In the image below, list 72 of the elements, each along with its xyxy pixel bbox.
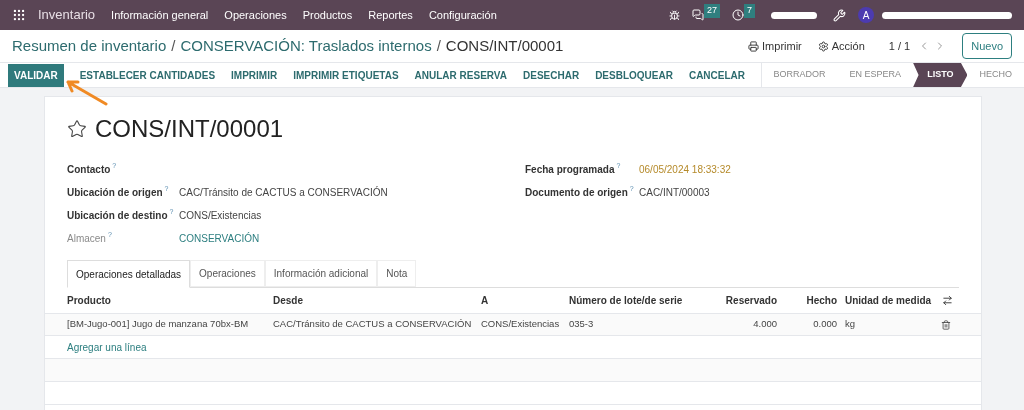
field-label: Contacto	[67, 162, 111, 177]
action-button[interactable]: ESTABLECER CANTIDADES	[73, 63, 222, 87]
field-value: CONS/Existencias	[179, 208, 262, 223]
bug-icon[interactable]	[668, 9, 680, 21]
table-cell-text: kg	[844, 317, 857, 332]
pager: 1 / 1	[888, 38, 911, 54]
column-options-icon[interactable]	[942, 295, 953, 306]
tab[interactable]: Nota	[377, 260, 417, 287]
field-label: Documento de origen	[525, 185, 628, 200]
breadcrumb-current: CONS/INT/00001	[445, 35, 564, 56]
column-header[interactable]: Reservado	[689, 293, 777, 308]
add-line-link[interactable]: Agregar una línea	[67, 339, 147, 355]
status-stage[interactable]: LISTO	[913, 63, 968, 87]
menu-item[interactable]: Operaciones	[224, 6, 287, 24]
activities-icon[interactable]	[732, 9, 744, 21]
star-icon[interactable]	[67, 119, 87, 139]
breadcrumb-separator: /	[436, 35, 441, 56]
column-header[interactable]: Hecho	[777, 293, 837, 308]
breadcrumb-separator: /	[171, 35, 176, 56]
column-header[interactable]: Número de lote/de serie	[569, 293, 689, 308]
delete-icon[interactable]	[941, 319, 951, 330]
menu-item[interactable]: Reportes	[368, 6, 413, 24]
action-button[interactable]: ANULAR RESERVA	[408, 63, 513, 87]
apps-menu-icon[interactable]	[12, 8, 26, 22]
action-button[interactable]: DESECHAR	[517, 63, 586, 87]
action-button[interactable]: IMPRIMIR	[225, 63, 284, 87]
menu-item[interactable]: Información general	[111, 6, 209, 24]
record-title: CONS/INT/00001	[95, 114, 284, 144]
redaction-mark	[771, 11, 817, 19]
activity-count-badge: 7	[744, 4, 755, 18]
action-button[interactable]: DESBLOQUEAR	[589, 63, 679, 87]
action-button[interactable]: CANCELAR	[682, 63, 752, 87]
menu-item[interactable]: Productos	[302, 6, 353, 24]
menu-item[interactable]: Configuración	[428, 6, 497, 24]
field-link[interactable]: CONSERVACIÓN	[179, 230, 260, 246]
app-name[interactable]: Inventario	[38, 5, 96, 25]
new-button[interactable]: Nuevo	[962, 32, 1012, 60]
status-stage[interactable]: EN ESPERA	[837, 63, 914, 87]
table-cell-text: CAC/Tránsito de CACTUS a CONSERVACIÓN	[273, 317, 473, 332]
validate-button[interactable]: VALIDAR	[8, 63, 64, 87]
field-label: Ubicación de destino	[67, 208, 168, 223]
table-cell-text: 0.000	[812, 317, 837, 332]
tab[interactable]: Información adicional	[264, 260, 378, 287]
table-cell-text: CONS/Existencias	[481, 317, 561, 332]
field-value: 06/05/2024 18:33:32	[639, 162, 731, 177]
messages-icon[interactable]	[691, 9, 704, 21]
status-stage[interactable]: HECHO	[967, 63, 1024, 87]
column-header[interactable]: A	[481, 293, 569, 308]
breadcrumb-link[interactable]: CONSERVACIÓN: Traslados internos	[180, 34, 432, 58]
gear-icon	[817, 40, 829, 52]
message-count-badge: 27	[703, 4, 720, 18]
field-label: Almacen	[67, 231, 106, 246]
field-value: CAC/INT/00003	[639, 185, 710, 200]
action-button[interactable]: IMPRIMIR ETIQUETAS	[287, 63, 405, 87]
column-header[interactable]: Unidad de medida	[837, 293, 937, 308]
field-value: CAC/Tránsito de CACTUS a CONSERVACIÓN	[179, 185, 388, 200]
table-cell-text: 035-3	[569, 317, 595, 332]
breadcrumb-link[interactable]: Resumen de inventario	[12, 34, 167, 58]
tab[interactable]: Operaciones	[190, 260, 265, 287]
printer-icon	[748, 40, 760, 52]
table-cell-text: 4.000	[752, 317, 777, 332]
column-header[interactable]: Desde	[273, 293, 481, 308]
table-cell-text: [BM-Jugo-001] Jugo de manzana 70bx-BM	[67, 317, 250, 332]
user-avatar[interactable]: A	[858, 7, 874, 23]
tab[interactable]: Operaciones detalladas	[67, 260, 191, 288]
action-button[interactable]: Acción	[817, 37, 865, 55]
field-label: Fecha programada	[525, 162, 615, 177]
column-header[interactable]: Producto	[67, 293, 273, 308]
print-button[interactable]: Imprimir	[748, 37, 802, 55]
tools-icon[interactable]	[833, 8, 846, 22]
field-label: Ubicación de origen	[67, 185, 163, 200]
status-stage[interactable]: BORRADOR	[761, 63, 838, 87]
